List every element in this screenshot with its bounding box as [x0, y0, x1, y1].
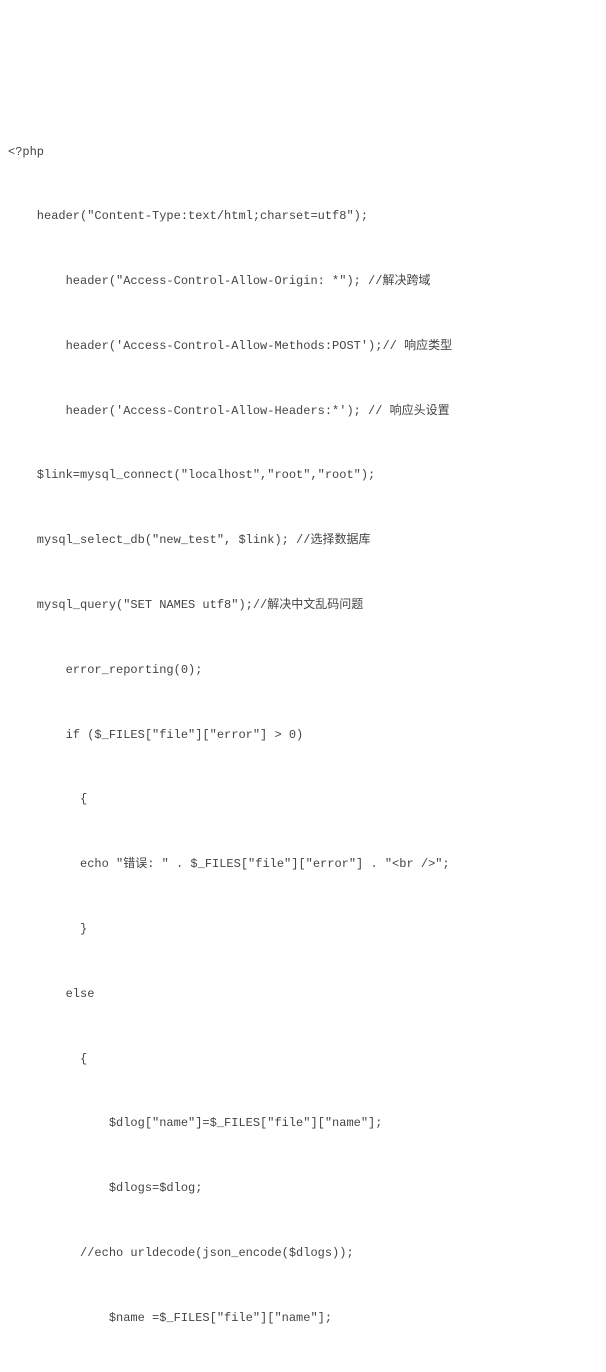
code-line: $dlogs=$dlog; [8, 1178, 598, 1200]
code-block: <?php header("Content-Type:text/html;cha… [8, 98, 598, 1372]
code-line: { [8, 789, 598, 811]
code-line: if ($_FILES["file"]["error"] > 0) [8, 725, 598, 747]
code-line: mysql_query("SET NAMES utf8");//解决中文乱码问题 [8, 595, 598, 617]
code-line: header("Access-Control-Allow-Origin: *")… [8, 271, 598, 293]
code-line: { [8, 1049, 598, 1071]
code-line: header("Content-Type:text/html;charset=u… [8, 206, 598, 228]
code-line: } [8, 919, 598, 941]
code-line: $name =$_FILES["file"]["name"]; [8, 1308, 598, 1330]
code-line: //echo urldecode(json_encode($dlogs)); [8, 1243, 598, 1265]
code-line: error_reporting(0); [8, 660, 598, 682]
code-line: header('Access-Control-Allow-Headers:*')… [8, 401, 598, 423]
code-line: echo "错误: " . $_FILES["file"]["error"] .… [8, 854, 598, 876]
code-line: $link=mysql_connect("localhost","root","… [8, 465, 598, 487]
code-line: <?php [8, 142, 598, 164]
code-line: header('Access-Control-Allow-Methods:POS… [8, 336, 598, 358]
code-line: else [8, 984, 598, 1006]
code-line: mysql_select_db("new_test", $link); //选择… [8, 530, 598, 552]
code-line: $dlog["name"]=$_FILES["file"]["name"]; [8, 1113, 598, 1135]
